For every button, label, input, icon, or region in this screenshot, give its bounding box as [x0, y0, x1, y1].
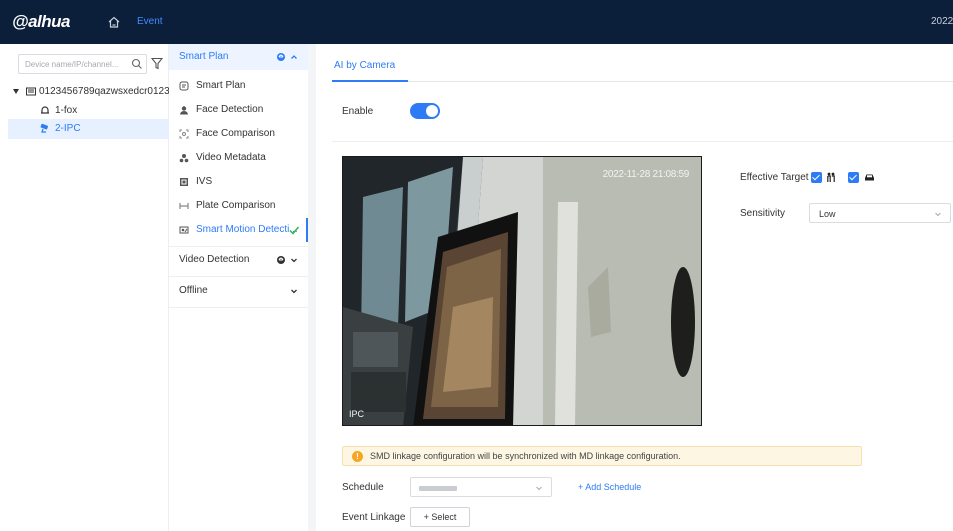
- device-search-box: [18, 54, 147, 74]
- vehicle-target-checkbox[interactable]: [848, 172, 859, 183]
- enable-label: Enable: [342, 106, 374, 117]
- device-search-input[interactable]: [19, 55, 127, 73]
- tab-ai-by-camera[interactable]: AI by Camera: [334, 60, 395, 71]
- schedule-select[interactable]: [410, 477, 552, 497]
- smart-motion-icon: [179, 226, 189, 234]
- top-bar: @alhua Event 2022/0: [0, 0, 953, 44]
- schedule-label: Schedule: [342, 482, 384, 493]
- device-tree-panel: 0123456789qazwsxedcr0123... 1-fox 2-IPC: [0, 44, 178, 531]
- edge-ai-icon: [277, 53, 285, 61]
- camera-scene: [343, 157, 701, 425]
- tree-device-label: 0123456789qazwsxedcr0123...: [39, 86, 178, 97]
- chevron-down-icon: [935, 212, 941, 217]
- person-target-checkbox[interactable]: [811, 172, 822, 183]
- system-time: 2022/0: [931, 16, 953, 27]
- face-comparison-icon: [179, 129, 189, 139]
- ivs-icon: [180, 178, 188, 186]
- menu-divider: [169, 276, 308, 277]
- add-schedule-button[interactable]: + Add Schedule: [578, 482, 641, 492]
- ipc-camera-icon: [40, 124, 48, 133]
- filter-icon[interactable]: [151, 57, 163, 70]
- sensitivity-value: Low: [819, 209, 836, 219]
- menu-item-video-metadata[interactable]: Video Metadata: [169, 146, 308, 170]
- menu-item-label: Face Comparison: [196, 128, 275, 139]
- select-linkage-button[interactable]: + Select: [410, 507, 470, 527]
- plate-comparison-icon: [179, 203, 189, 209]
- tree-selected-highlight: [8, 119, 169, 139]
- menu-group-label: Video Detection: [179, 254, 250, 265]
- menu-item-smart-motion-detection[interactable]: Smart Motion Detecti...: [169, 218, 308, 242]
- menu-divider: [169, 307, 308, 308]
- menu-item-face-detection[interactable]: Face Detection: [169, 98, 308, 122]
- menu-item-label: Smart Motion Detecti...: [196, 224, 298, 235]
- person-icon: [827, 172, 835, 182]
- tab-event[interactable]: Event: [137, 16, 163, 27]
- brand-logo[interactable]: @alhua: [12, 12, 70, 32]
- home-icon[interactable]: [107, 15, 121, 29]
- menu-group-offline[interactable]: Offline: [169, 278, 308, 304]
- menu-item-label: Face Detection: [196, 104, 264, 115]
- video-timestamp: 2022-11-28 21:08:59: [602, 169, 690, 180]
- tab-bar-line: [332, 81, 953, 82]
- live-video-preview[interactable]: 2022-11-28 21:08:59 IPC: [342, 156, 702, 426]
- menu-item-plate-comparison[interactable]: Plate Comparison: [169, 194, 308, 218]
- warning-icon: !: [352, 451, 363, 462]
- section-divider: [332, 141, 953, 142]
- enable-toggle[interactable]: [410, 103, 440, 119]
- select-button-label: + Select: [423, 512, 457, 522]
- schedule-value-placeholder: [419, 486, 457, 491]
- expand-caret-icon[interactable]: [13, 89, 19, 94]
- search-icon[interactable]: [131, 58, 143, 70]
- event-linkage-label: Event Linkage: [342, 512, 406, 523]
- menu-group-label: Smart Plan: [179, 51, 229, 62]
- video-channel-label: IPC: [349, 409, 365, 419]
- menu-item-label: Smart Plan: [196, 80, 246, 91]
- notice-text: SMD linkage configuration will be synchr…: [370, 451, 681, 461]
- chevron-down-icon: [536, 486, 542, 491]
- menu-item-label: IVS: [196, 176, 213, 187]
- nvr-device-icon: [26, 87, 36, 96]
- tree-channel-2-ipc[interactable]: 2-IPC: [40, 119, 81, 139]
- content-panel: AI by Camera Enable 2022-11-28 21:08:59: [324, 44, 953, 531]
- chevron-down-icon[interactable]: [290, 256, 298, 264]
- check-icon: [289, 226, 300, 235]
- chevron-up-icon[interactable]: [290, 53, 298, 61]
- menu-item-ivs[interactable]: IVS: [169, 170, 308, 194]
- tree-channel-label: 1-fox: [55, 105, 78, 116]
- sensitivity-label: Sensitivity: [740, 208, 786, 219]
- menu-item-face-comparison[interactable]: Face Comparison: [169, 122, 308, 146]
- effective-target-label: Effective Target: [740, 172, 809, 183]
- tree-channel-label: 2-IPC: [55, 123, 81, 134]
- edge-ai-icon: [277, 256, 285, 264]
- tree-device-node[interactable]: 0123456789qazwsxedcr0123...: [13, 82, 178, 102]
- tab-active-indicator: [332, 80, 408, 82]
- video-metadata-icon: [179, 154, 189, 163]
- smart-plan-icon: [179, 81, 189, 91]
- menu-item-smart-plan[interactable]: Smart Plan: [169, 74, 308, 98]
- sensitivity-select[interactable]: Low: [809, 203, 951, 223]
- chevron-down-icon[interactable]: [290, 287, 298, 295]
- linkage-notice: ! SMD linkage configuration will be sync…: [342, 446, 862, 466]
- dome-camera-icon: [41, 106, 49, 114]
- menu-item-label: Plate Comparison: [196, 200, 276, 211]
- menu-group-smart-plan[interactable]: Smart Plan: [169, 44, 308, 70]
- face-detection-icon: [180, 106, 188, 115]
- vehicle-icon: [865, 174, 874, 181]
- menu-group-label: Offline: [179, 285, 208, 296]
- tree-channel-1-fox[interactable]: 1-fox: [40, 101, 77, 121]
- smart-plan-menu: Smart Plan Smart Plan Face Detection Fac…: [169, 44, 316, 531]
- menu-item-label: Video Metadata: [196, 152, 266, 163]
- menu-group-video-detection[interactable]: Video Detection: [169, 247, 308, 273]
